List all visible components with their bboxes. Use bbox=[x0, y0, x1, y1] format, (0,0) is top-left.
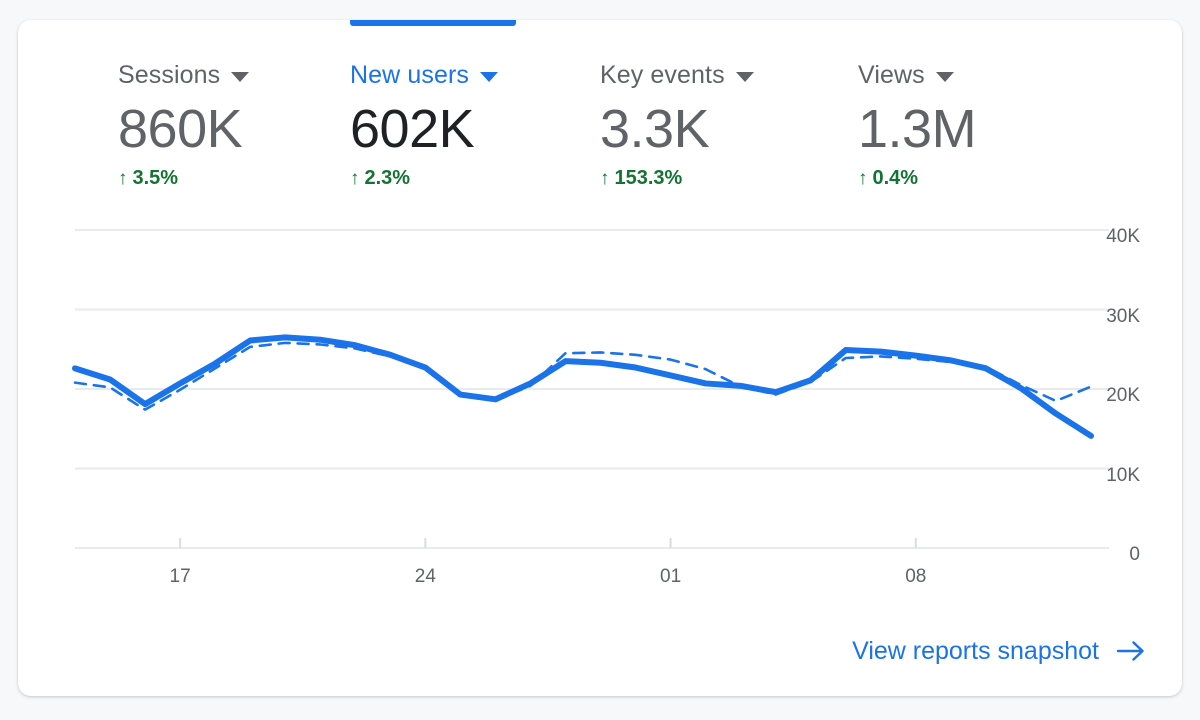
chart-x-axis-label: 24 bbox=[414, 566, 436, 587]
metric-selector-key-events[interactable]: Key events bbox=[600, 58, 754, 92]
chart-x-axis-label: 01 bbox=[660, 566, 682, 587]
metric-label: Sessions bbox=[118, 60, 221, 89]
new-users-trend-chart: 0 10K 20K 30K 40K 17 24 01 08 bbox=[18, 216, 1182, 587]
metric-delta-value: 2.3% bbox=[364, 167, 411, 189]
view-reports-snapshot-link[interactable]: View reports snapshot bbox=[852, 636, 1146, 666]
metric-card-new-users[interactable]: New users 602K ↑ 2.3% bbox=[350, 58, 498, 190]
metric-value: 602K bbox=[350, 99, 475, 159]
metric-value: 860K bbox=[118, 99, 243, 159]
card-footer: View reports snapshot bbox=[852, 636, 1146, 666]
metric-value: 1.3M bbox=[858, 99, 977, 159]
chevron-down-icon[interactable] bbox=[735, 71, 754, 82]
metric-card-views[interactable]: Views 1.3M ↑ 0.4% bbox=[858, 58, 977, 190]
metric-selector-sessions[interactable]: Sessions bbox=[118, 58, 250, 92]
metric-label: New users bbox=[350, 60, 469, 89]
arrow-up-icon: ↑ bbox=[600, 167, 610, 189]
chart-y-axis-label: 0 bbox=[1129, 544, 1140, 565]
metric-delta: ↑ 0.4% bbox=[858, 166, 976, 190]
view-reports-snapshot-label: View reports snapshot bbox=[852, 637, 1099, 665]
metric-label: Key events bbox=[600, 60, 725, 89]
reports-snapshot-card: Sessions 860K ↑ 3.5% New users 602K ↑ 2.… bbox=[18, 20, 1182, 696]
metric-delta-value: 153.3% bbox=[614, 167, 683, 189]
arrow-right-icon bbox=[1116, 641, 1144, 661]
chart-x-axis-label: 17 bbox=[169, 566, 191, 587]
metric-delta-value: 3.5% bbox=[132, 167, 179, 189]
metric-value: 3.3K bbox=[600, 99, 710, 159]
metric-delta: ↑ 2.3% bbox=[350, 166, 498, 190]
metric-label: Views bbox=[858, 60, 925, 89]
arrow-up-icon: ↑ bbox=[118, 167, 128, 189]
chevron-down-icon[interactable] bbox=[935, 71, 954, 82]
chart-y-axis-label: 30K bbox=[1106, 305, 1140, 327]
metric-summary-strip: Sessions 860K ↑ 3.5% New users 602K ↑ 2.… bbox=[18, 58, 1182, 228]
chart-canvas bbox=[72, 229, 1109, 549]
metric-delta-value: 0.4% bbox=[872, 167, 919, 189]
chart-y-axis-label: 20K bbox=[1106, 385, 1140, 406]
arrow-up-icon: ↑ bbox=[858, 167, 868, 189]
metric-selector-new-users[interactable]: New users bbox=[350, 58, 498, 92]
metric-delta: ↑ 3.5% bbox=[118, 166, 249, 190]
arrow-up-icon: ↑ bbox=[350, 167, 360, 189]
metric-card-key-events[interactable]: Key events 3.3K ↑ 153.3% bbox=[600, 58, 754, 190]
chart-x-axis-label: 08 bbox=[905, 566, 927, 587]
metric-selector-views[interactable]: Views bbox=[858, 58, 976, 92]
chart-y-axis-label: 10K bbox=[1106, 464, 1140, 486]
chevron-down-icon[interactable] bbox=[231, 71, 250, 82]
chevron-down-icon[interactable] bbox=[480, 71, 498, 82]
metric-card-sessions[interactable]: Sessions 860K ↑ 3.5% bbox=[118, 58, 250, 190]
metric-delta: ↑ 153.3% bbox=[600, 166, 754, 190]
active-metric-indicator bbox=[350, 20, 516, 26]
chart-y-axis-label: 40K bbox=[1106, 226, 1140, 247]
